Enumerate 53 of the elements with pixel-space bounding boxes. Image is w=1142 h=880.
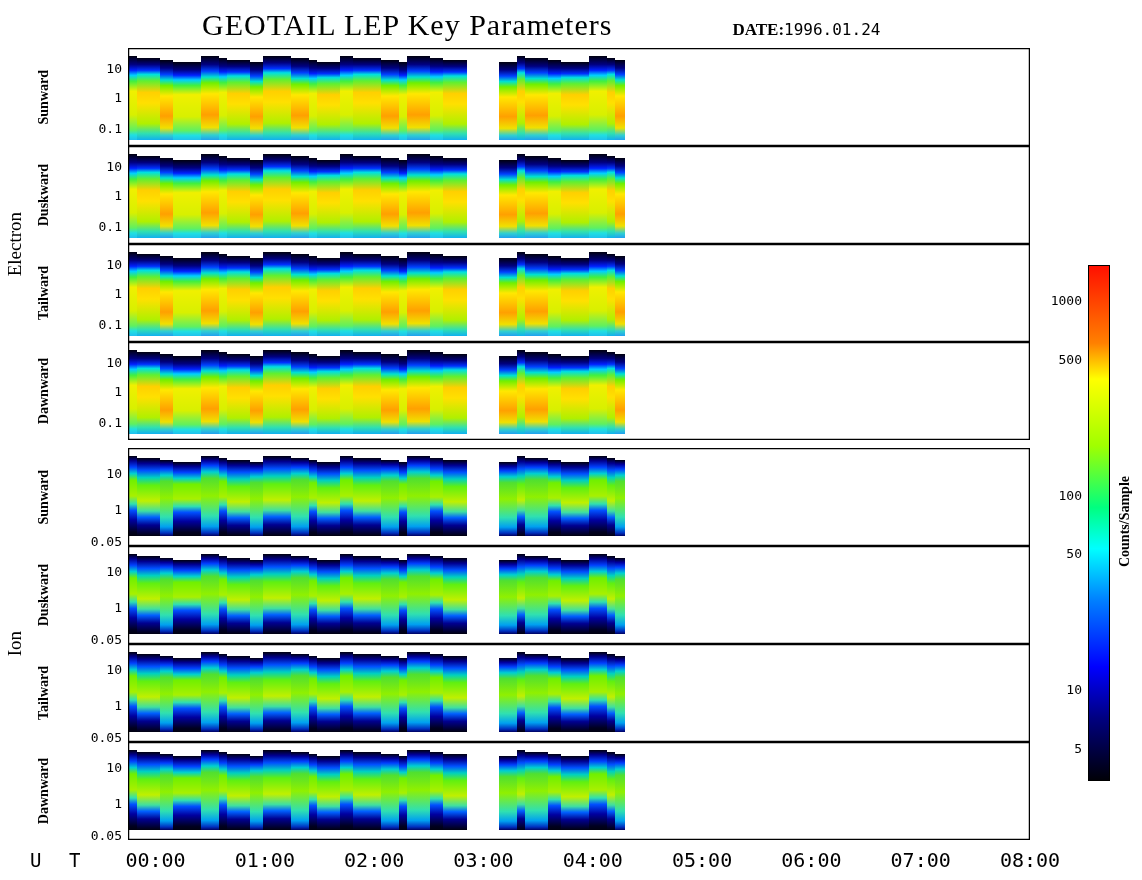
y-tick-label: 10	[106, 355, 122, 369]
colorbar-tick-label: 5	[1074, 741, 1082, 755]
panel-label: Sunward	[36, 469, 52, 525]
y-tick-label: 0.1	[98, 219, 122, 233]
y-tick-label: 1	[114, 698, 122, 712]
x-tick-label: 07:00	[890, 848, 951, 872]
y-tick-label: 0.05	[90, 534, 122, 548]
y-tick-label: 1	[114, 188, 122, 202]
y-tick-label: 1	[114, 796, 122, 810]
y-tick-label: 10	[106, 61, 122, 75]
x-tick-label: 08:00	[999, 848, 1061, 872]
panel-label: Tailward	[36, 666, 52, 720]
y-tick-label: 1	[114, 600, 122, 614]
panel-label: Dawnward	[36, 357, 52, 425]
colorbar-tick-label: 1000	[1050, 293, 1082, 307]
panel-label: Duskward	[36, 163, 52, 227]
colorbar-tick-label: 500	[1058, 352, 1082, 366]
colorbar-tick-label: 100	[1058, 488, 1082, 502]
y-tick-label: 10	[106, 760, 122, 773]
panel-label: Tailward	[36, 266, 52, 320]
panel-label: Duskward	[36, 563, 52, 627]
panel-label: Dawnward	[36, 757, 52, 825]
x-tick-label: 04:00	[562, 848, 623, 872]
colorbar-tick-label: 50	[1066, 546, 1082, 560]
x-tick-label: 01:00	[234, 848, 295, 872]
x-tick-label: 02:00	[344, 848, 405, 872]
date-label: DATE:1996.01.24	[732, 20, 881, 41]
y-tick-label: 10	[106, 662, 122, 675]
y-tick-label: 0.05	[90, 632, 122, 646]
panel-label: Sunward	[36, 69, 52, 125]
y-tick-label: 0.05	[90, 828, 122, 842]
x-tick-label: 05:00	[671, 848, 733, 872]
group-label: Ion	[4, 631, 26, 657]
y-tick-label: 1	[114, 90, 122, 104]
y-tick-label: 0.1	[98, 317, 122, 331]
x-axis-label: U T	[29, 849, 90, 871]
x-tick-label: 00:00	[125, 848, 186, 872]
y-tick-label: 1	[114, 502, 122, 516]
y-tick-label: 10	[106, 466, 122, 479]
y-tick-label: 0.1	[98, 121, 122, 135]
y-tick-label: 10	[106, 564, 122, 577]
x-tick-label: 03:00	[453, 848, 514, 872]
y-tick-label: 1	[114, 286, 122, 300]
y-tick-label: 0.05	[90, 730, 122, 744]
y-tick-label: 10	[106, 159, 122, 173]
y-tick-label: 10	[106, 257, 122, 271]
y-tick-label: 1	[114, 384, 122, 398]
y-tick-label: 0.1	[98, 415, 122, 429]
colorbar-label: Counts/Sample	[1117, 476, 1133, 568]
chart-title: GEOTAIL LEP Key Parameters	[202, 8, 613, 43]
x-tick-label: 06:00	[781, 848, 842, 872]
colorbar-tick-label: 10	[1066, 682, 1082, 696]
group-label: Electron	[4, 211, 26, 277]
